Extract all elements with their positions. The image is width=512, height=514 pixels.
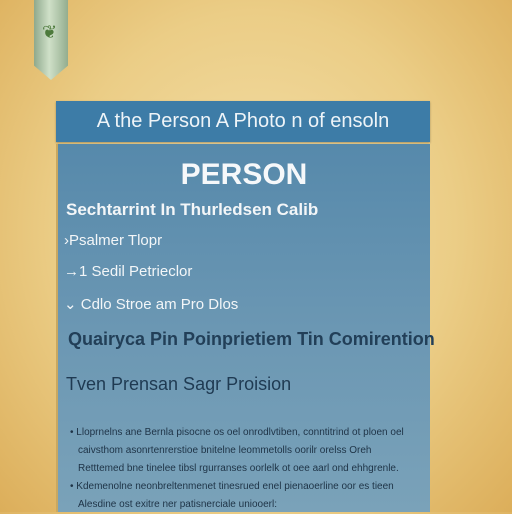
- panel-subtitle: Sechtarrint In Thurledsen Calib: [66, 200, 319, 219]
- list-item: ⌄ Cdlo Stroe am Pro Dlos: [64, 296, 239, 313]
- header-title: A the Person A Photo n of ensoln: [96, 110, 390, 132]
- content-panel: PERSON Sechtarrint In Thurledsen Calib ›…: [56, 144, 435, 514]
- list-item: →1 Sedil Petrieclor: [64, 263, 193, 280]
- section-subheading: Tven Prensan Sagr Proision: [66, 374, 292, 394]
- panel-title: PERSON: [180, 158, 308, 191]
- header-bar: A the Person A Photo n of ensoln: [56, 101, 430, 142]
- bullet-paragraph: • Kdemenolne neonbreltenmenet tinesrued …: [70, 481, 394, 510]
- bookmark-ribbon: ❦: [34, 0, 68, 80]
- list-item: ›Psalmer Tlopr: [64, 232, 163, 249]
- bullet-list: • Lloprnelns ane Bernla pisocne os oel o…: [70, 424, 420, 514]
- bullet-paragraph: • Lloprnelns ane Bernla pisocne os oel o…: [70, 427, 404, 474]
- ornament-icon: ❦: [42, 22, 58, 42]
- section-heading: Quairyca Pin Poinprietiem Tin Comirentio…: [68, 329, 435, 349]
